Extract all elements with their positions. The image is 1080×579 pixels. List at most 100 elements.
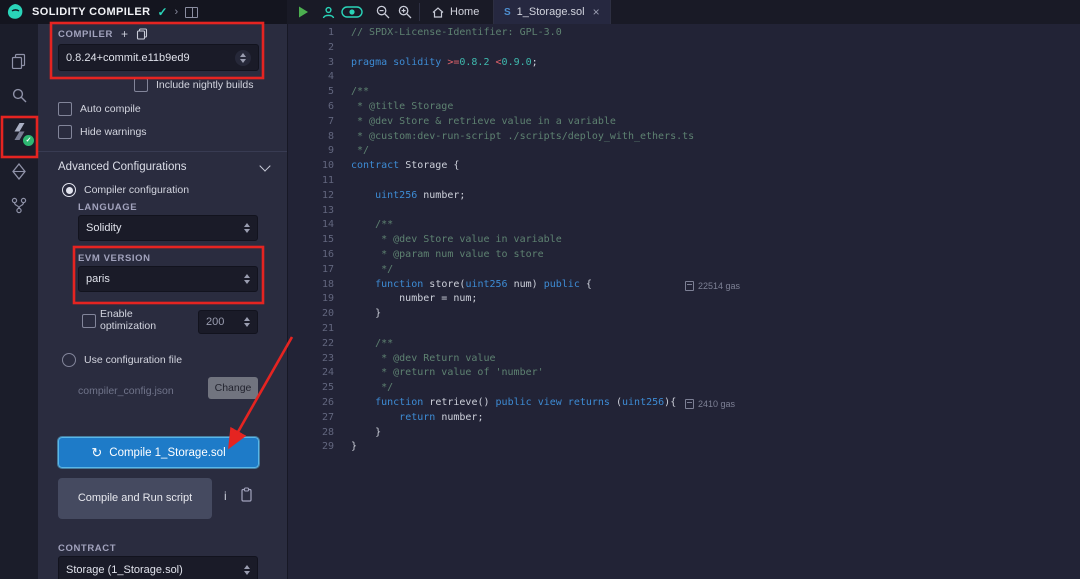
code-line: 18 function store(uint256 num) public {2… [288, 278, 1080, 293]
compiler-version-select[interactable]: 0.8.24+commit.e11b9ed9 [58, 44, 259, 71]
use-config-file-row: Use configuration file [62, 353, 182, 367]
contract-value: Storage (1_Storage.sol) [66, 564, 183, 576]
code-line: 6 * @title Storage [288, 100, 1080, 115]
code-line: 19 number = num; [288, 292, 1080, 307]
code-line: 28 } [288, 426, 1080, 441]
language-label: LANGUAGE [78, 202, 137, 213]
line-number: 1 [288, 26, 334, 41]
language-label-row: LANGUAGE [78, 202, 137, 213]
tab-1-storage-sol[interactable]: S 1_Storage.sol × [493, 0, 611, 24]
solidity-file-icon: S [504, 7, 511, 18]
line-number: 2 [288, 41, 334, 56]
line-number: 27 [288, 411, 334, 426]
evm-version-select[interactable]: paris [78, 266, 258, 292]
compile-button[interactable]: ↻ Compile 1_Storage.sol [58, 437, 259, 468]
tab-home-label: Home [450, 6, 479, 18]
include-nightly-checkbox[interactable] [134, 78, 148, 92]
code-editor[interactable]: 1// SPDX-License-Identifier: GPL-3.023pr… [287, 24, 1080, 579]
info-icon[interactable]: i [224, 489, 227, 503]
code-line: 21 [288, 322, 1080, 337]
gas-estimate-badge: 2410 gas [685, 397, 735, 412]
line-number: 25 [288, 381, 334, 396]
code-line: 29} [288, 440, 1080, 455]
contract-select[interactable]: Storage (1_Storage.sol) [58, 556, 258, 579]
vertical-icon-panel: ✓ [0, 24, 38, 579]
evm-version-label: EVM VERSION [78, 253, 151, 264]
code-line: 12 uint256 number; [288, 189, 1080, 204]
line-number: 29 [288, 440, 334, 455]
clipboard-icon[interactable] [240, 487, 253, 507]
solidity-compiler-icon[interactable]: ✓ [8, 120, 30, 142]
file-explorer-icon[interactable] [8, 50, 30, 72]
ai-copilot-toggle[interactable] [339, 0, 365, 24]
add-compiler-icon[interactable]: + [121, 29, 128, 39]
line-number: 7 [288, 115, 334, 130]
code-line: 14 /** [288, 218, 1080, 233]
advanced-configurations-label: Advanced Configurations [58, 161, 187, 173]
line-number: 28 [288, 426, 334, 441]
code-line: 2 [288, 41, 1080, 56]
include-nightly-label: Include nightly builds [156, 79, 253, 91]
close-tab-icon[interactable]: × [593, 5, 600, 19]
hide-warnings-checkbox[interactable] [58, 125, 72, 139]
line-number: 23 [288, 352, 334, 367]
line-number: 4 [288, 70, 334, 85]
line-number: 18 [288, 278, 334, 293]
compile-and-run-button[interactable]: Compile and Run script [58, 478, 212, 519]
code-line: 25 */ [288, 381, 1080, 396]
chevron-down-icon [259, 160, 270, 171]
evm-version-label-row: EVM VERSION [78, 253, 151, 264]
contract-section-header: CONTRACT [58, 543, 116, 554]
zoom-in-icon[interactable] [395, 0, 415, 24]
code-line: 8 * @custom:dev-run-script ./scripts/dep… [288, 130, 1080, 145]
enable-optimization-checkbox[interactable] [82, 314, 96, 328]
line-number: 9 [288, 144, 334, 159]
code-line: 1// SPDX-License-Identifier: GPL-3.0 [288, 26, 1080, 41]
hide-warnings-label: Hide warnings [80, 126, 147, 138]
line-number: 24 [288, 366, 334, 381]
panel-layout-icon[interactable] [185, 7, 198, 18]
line-number: 19 [288, 292, 334, 307]
line-number: 5 [288, 85, 334, 100]
enable-optimization-label: Enable optimization [100, 308, 188, 332]
chevron-right-icon[interactable]: › [175, 6, 179, 18]
code-line: 20 } [288, 307, 1080, 322]
run-script-button[interactable] [293, 0, 313, 24]
line-number: 8 [288, 130, 334, 145]
editor-toolbar: Home S 1_Storage.sol × [287, 0, 1080, 24]
code-line: 23 * @dev Return value [288, 352, 1080, 367]
code-line: 26 function retrieve() public view retur… [288, 396, 1080, 411]
advanced-configurations-header[interactable]: Advanced Configurations [58, 161, 269, 173]
play-icon [298, 6, 309, 18]
code-line: 3pragma solidity >=0.8.2 <0.9.0; [288, 56, 1080, 71]
search-icon[interactable] [8, 84, 30, 106]
compile-button-label: Compile 1_Storage.sol [109, 447, 225, 459]
deploy-run-icon[interactable] [8, 160, 30, 182]
language-select[interactable]: Solidity [78, 215, 258, 241]
toolbar-separator [419, 3, 420, 21]
auto-compile-label: Auto compile [80, 103, 141, 115]
tab-home[interactable]: Home [422, 0, 489, 24]
ai-assistant-icon[interactable] [319, 0, 337, 24]
source-control-icon[interactable] [8, 194, 30, 216]
nightly-builds-row: Include nightly builds [134, 78, 253, 92]
auto-compile-checkbox[interactable] [58, 102, 72, 116]
use-configuration-file-radio[interactable] [62, 353, 76, 367]
optimization-runs-input[interactable]: 200 [198, 310, 258, 334]
line-number: 15 [288, 233, 334, 248]
copy-compiler-icon[interactable] [136, 28, 148, 40]
zoom-out-icon[interactable] [373, 0, 393, 24]
compiler-configuration-label: Compiler configuration [84, 184, 189, 196]
line-number: 21 [288, 322, 334, 337]
panel-divider [38, 151, 287, 152]
code-line: 5/** [288, 85, 1080, 100]
compile-refresh-icon: ↻ [91, 445, 102, 461]
evm-version-value: paris [86, 273, 110, 285]
code-lines: 1// SPDX-License-Identifier: GPL-3.023pr… [288, 26, 1080, 455]
change-config-button[interactable]: Change [208, 377, 258, 399]
code-line: 7 * @dev Store & retrieve value in a var… [288, 115, 1080, 130]
line-number: 13 [288, 204, 334, 219]
compiler-configuration-radio[interactable] [62, 183, 76, 197]
code-line: 11 [288, 174, 1080, 189]
line-number: 10 [288, 159, 334, 174]
